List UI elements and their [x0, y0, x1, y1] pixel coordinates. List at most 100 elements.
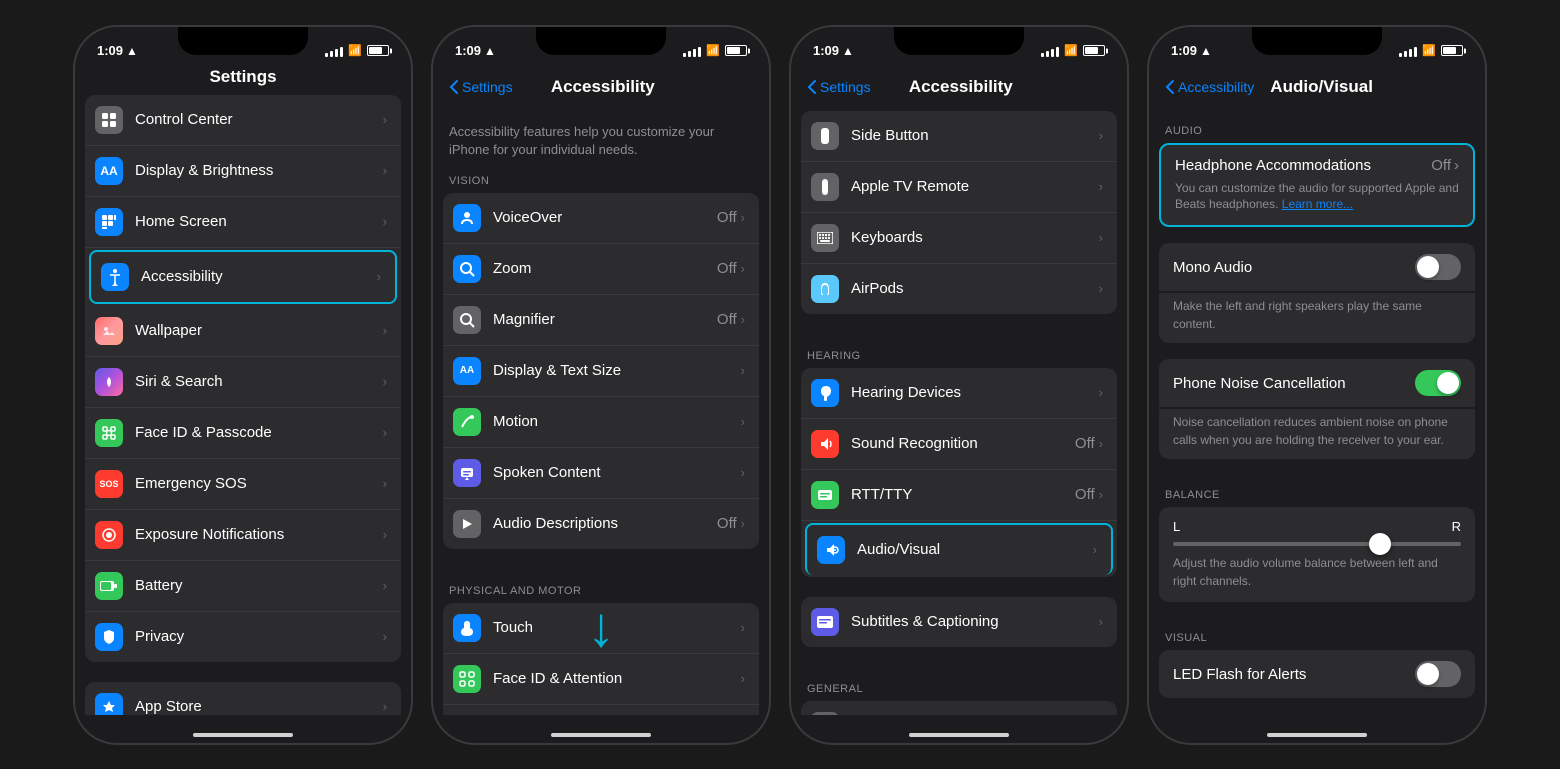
rtt-tty-item[interactable]: RTT/TTY Off ›	[801, 470, 1117, 521]
subtitles-label: Subtitles & Captioning	[851, 613, 1099, 630]
sound-recognition-item[interactable]: Sound Recognition Off ›	[801, 419, 1117, 470]
battery-chevron: ›	[383, 578, 387, 593]
back-button-4[interactable]: Accessibility	[1165, 79, 1254, 95]
signal-bars-1	[325, 45, 343, 57]
appletv-item3[interactable]: Apple TV Remote ›	[801, 162, 1117, 213]
faceid-icon	[95, 419, 123, 447]
battery-icon-3	[1083, 45, 1105, 56]
sound-recognition-value: Off	[1075, 435, 1095, 452]
audio-desc-icon	[453, 510, 481, 538]
back-button-3[interactable]: Settings	[807, 79, 871, 95]
balance-slider-thumb[interactable]	[1369, 533, 1391, 555]
wifi-icon-1: 📶	[348, 44, 362, 57]
mono-audio-toggle[interactable]	[1415, 254, 1461, 280]
vision-group: VoiceOver Off › Zoom Off ›	[443, 193, 759, 549]
privacy-chevron: ›	[383, 629, 387, 644]
hearing-devices-icon	[811, 379, 839, 407]
keyboards-label: Keyboards	[851, 229, 1099, 246]
zoom-item[interactable]: Zoom Off ›	[443, 244, 759, 295]
settings-item-siri[interactable]: Siri & Search ›	[85, 357, 401, 408]
appstore-chevron: ›	[383, 699, 387, 714]
back-label-3: Settings	[820, 79, 871, 95]
settings-item-control-center[interactable]: Control Center ›	[85, 95, 401, 146]
voiceover-item[interactable]: VoiceOver Off ›	[443, 193, 759, 244]
wifi-icon-4: 📶	[1422, 44, 1436, 57]
phone-1: 1:09 ▲ 📶 Settings	[73, 25, 413, 745]
exposure-icon	[95, 521, 123, 549]
nav-bar-4: Accessibility Audio/Visual	[1149, 67, 1485, 111]
magnifier-item[interactable]: Magnifier Off ›	[443, 295, 759, 346]
motion-item[interactable]: Motion ›	[443, 397, 759, 448]
balance-slider-track[interactable]	[1173, 542, 1461, 546]
faceid-attention-item[interactable]: Face ID & Attention ›	[443, 654, 759, 705]
appstore-icon	[95, 693, 123, 715]
switch-control-item[interactable]: Switch Control Off ›	[443, 705, 759, 715]
settings-item-appstore[interactable]: App Store ›	[85, 682, 401, 715]
side-button-item3[interactable]: Side Button ›	[801, 111, 1117, 162]
motion-label: Motion	[493, 413, 741, 430]
back-label-2: Settings	[462, 79, 513, 95]
display-text-icon: AA	[453, 357, 481, 385]
zoom-value: Off	[717, 260, 737, 277]
settings-item-wallpaper[interactable]: Wallpaper ›	[85, 306, 401, 357]
settings-item-display[interactable]: AA Display & Brightness ›	[85, 146, 401, 197]
sos-label: Emergency SOS	[135, 475, 383, 492]
audio-desc-value: Off	[717, 515, 737, 532]
learn-more-link[interactable]: Learn more...	[1282, 197, 1353, 211]
noise-cancellation-toggle[interactable]	[1415, 370, 1461, 396]
home-indicator-4	[1149, 715, 1485, 743]
balance-section-label: BALANCE	[1149, 475, 1485, 507]
settings-item-sos[interactable]: SOS Emergency SOS ›	[85, 459, 401, 510]
sound-recognition-icon	[811, 430, 839, 458]
settings-item-privacy[interactable]: Privacy ›	[85, 612, 401, 662]
general-group: Guided Access On › Siri ›	[801, 701, 1117, 715]
balance-left-label: L	[1173, 519, 1180, 534]
settings-group-1: Control Center › AA Display & Brightness…	[85, 95, 401, 662]
airpods-item[interactable]: AirPods ›	[801, 264, 1117, 314]
settings-item-home[interactable]: Home Screen ›	[85, 197, 401, 248]
settings-item-exposure[interactable]: Exposure Notifications ›	[85, 510, 401, 561]
faceid-attention-icon	[453, 665, 481, 693]
sound-recognition-label: Sound Recognition	[851, 435, 1075, 452]
settings-item-battery[interactable]: Battery ›	[85, 561, 401, 612]
subtitles-icon	[811, 608, 839, 636]
privacy-icon	[95, 623, 123, 651]
phone-3: 1:09 ▲ 📶	[789, 25, 1129, 745]
subtitles-item[interactable]: Subtitles & Captioning ›	[801, 597, 1117, 647]
sos-icon: SOS	[95, 470, 123, 498]
mono-audio-row[interactable]: Mono Audio	[1159, 243, 1475, 291]
display-text-item[interactable]: AA Display & Text Size ›	[443, 346, 759, 397]
spoken-label: Spoken Content	[493, 464, 741, 481]
back-button-2[interactable]: Settings	[449, 79, 513, 95]
headphone-accommodations-item[interactable]: Headphone Accommodations Off › You can c…	[1159, 143, 1475, 228]
keyboards-item[interactable]: Keyboards ›	[801, 213, 1117, 264]
led-flash-toggle[interactable]	[1415, 661, 1461, 687]
noise-cancellation-row[interactable]: Phone Noise Cancellation	[1159, 359, 1475, 407]
settings-item-faceid[interactable]: Face ID & Passcode ›	[85, 408, 401, 459]
nav-bar-3: Settings Accessibility	[791, 67, 1127, 111]
privacy-label: Privacy	[135, 628, 383, 645]
settings-title-bar: Settings	[75, 67, 411, 95]
notch-2	[536, 27, 666, 55]
display-icon: AA	[95, 157, 123, 185]
home-icon	[95, 208, 123, 236]
guided-access-item[interactable]: Guided Access On ›	[801, 701, 1117, 715]
section-general-label: GENERAL	[791, 667, 1127, 701]
led-flash-row[interactable]: LED Flash for Alerts	[1159, 650, 1475, 698]
audio-visual-item[interactable]: Audio/Visual ›	[805, 523, 1113, 575]
audio-desc-item[interactable]: Audio Descriptions Off ›	[443, 499, 759, 549]
section-hearing-label: HEARING	[791, 334, 1127, 368]
phone1-scroll: Control Center › AA Display & Brightness…	[75, 95, 411, 715]
rtt-tty-icon	[811, 481, 839, 509]
spoken-item[interactable]: Spoken Content ›	[443, 448, 759, 499]
noise-cancellation-label: Phone Noise Cancellation	[1173, 375, 1346, 392]
sos-chevron: ›	[383, 476, 387, 491]
accessibility-icon	[101, 263, 129, 291]
wallpaper-chevron: ›	[383, 323, 387, 338]
voiceover-icon	[453, 204, 481, 232]
subtitles-group: Subtitles & Captioning ›	[801, 597, 1117, 647]
hearing-devices-item[interactable]: Hearing Devices ›	[801, 368, 1117, 419]
battery-label: Battery	[135, 577, 383, 594]
settings-item-accessibility[interactable]: Accessibility ›	[89, 250, 397, 304]
time-1: 1:09	[97, 43, 123, 58]
